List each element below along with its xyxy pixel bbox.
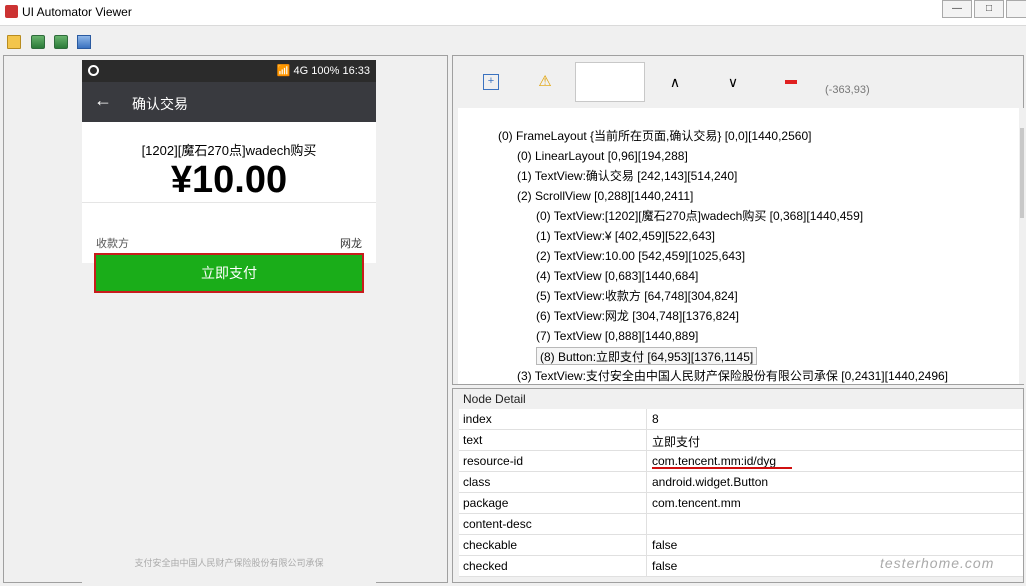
column-separator xyxy=(646,451,647,472)
search-box[interactable] xyxy=(575,62,645,102)
detail-key: checked xyxy=(463,559,508,573)
close-icon[interactable] xyxy=(1006,0,1026,18)
status-time: 16:33 xyxy=(342,65,370,77)
tree-node[interactable]: (2) ScrollView [0,288][1440,2411] xyxy=(517,187,693,205)
status-indicators: 📶 4G 100% 16:33 xyxy=(277,64,370,77)
tree-node[interactable]: (5) TextView:收款方 [64,748][304,824] xyxy=(536,287,738,305)
detail-row[interactable]: text 立即支付 xyxy=(459,430,1023,451)
detail-key: text xyxy=(463,433,483,447)
payment-amount: ¥10.00 xyxy=(170,159,288,201)
detail-row[interactable]: checkable false xyxy=(459,535,1023,556)
battery-level: 100% xyxy=(311,65,340,77)
network-label: 4G xyxy=(293,65,309,77)
app-title: 确认交易 xyxy=(132,96,188,112)
tree-node[interactable]: (0) FrameLayout {当前所在页面,确认交易} [0,0][1440… xyxy=(498,127,811,145)
detail-value: 立即支付 xyxy=(652,435,701,449)
maximize-icon[interactable]: □ xyxy=(974,0,1004,18)
watermark: testerhome.com xyxy=(880,555,995,571)
tree-node[interactable]: (4) TextView [0,683][1440,684] xyxy=(536,267,698,285)
window-controls: — □ xyxy=(940,0,1026,20)
column-separator xyxy=(646,493,647,514)
expand-all-icon[interactable]: + xyxy=(483,74,499,90)
tree-node[interactable]: (1) TextView:确认交易 [242,143][514,240] xyxy=(517,167,737,185)
detail-row[interactable]: index 8 xyxy=(459,409,1023,430)
pay-now-button[interactable]: 立即支付 xyxy=(94,253,364,293)
tree-scrollbar[interactable] xyxy=(1019,108,1025,384)
detail-row[interactable]: package com.tencent.mm xyxy=(459,493,1023,514)
detail-value: false xyxy=(652,538,678,552)
hierarchy-toolbar: + ⚠ ∧ ∨ (-363,93) xyxy=(453,56,1023,106)
back-arrow-icon[interactable]: ← xyxy=(94,90,112,111)
node-detail-table: index 8 text 立即支付 resource-id com.tencent.mm:… xyxy=(459,409,1023,577)
detail-key: class xyxy=(463,475,491,489)
detail-value: com.tencent.mm xyxy=(652,496,741,510)
column-separator xyxy=(646,556,647,577)
minimize-icon[interactable]: — xyxy=(942,0,972,18)
spacer xyxy=(82,203,376,221)
app-icon xyxy=(5,5,18,18)
hierarchy-tree[interactable]: (3) TextView:支付安全由中国人民财产保险股份有限公司承保 [0,24… xyxy=(458,108,1025,384)
payment-description: [1202][魔石270点]wadech购买 xyxy=(141,143,317,158)
detail-value: com.tencent.mm:id/dyg xyxy=(652,454,777,468)
chevron-down-icon[interactable]: ∨ xyxy=(725,74,741,90)
app-header: ← 确认交易 xyxy=(82,82,376,122)
window-title: UI Automator Viewer xyxy=(22,5,132,19)
payee-value: 网龙 xyxy=(340,238,362,250)
camera-icon xyxy=(88,65,99,76)
wifi-icon: 📶 xyxy=(276,65,291,77)
detail-row[interactable]: content-desc xyxy=(459,514,1023,535)
chevron-up-icon[interactable]: ∧ xyxy=(667,74,683,90)
node-detail-title: Node Detail xyxy=(463,392,526,406)
clear-icon[interactable] xyxy=(785,80,797,84)
tree-node[interactable]: (2) TextView:10.00 [542,459][1025,643] xyxy=(536,247,745,265)
column-separator xyxy=(646,472,647,493)
cursor-coordinates: (-363,93) xyxy=(825,84,870,96)
warning-icon[interactable]: ⚠ xyxy=(537,74,553,90)
detail-key: package xyxy=(463,496,509,510)
resource-id-underline xyxy=(652,467,792,469)
tree-node[interactable]: (7) TextView [0,888][1440,889] xyxy=(536,327,698,345)
main-toolbar xyxy=(0,27,1026,55)
tree-node[interactable]: (1) TextView:¥ [402,459][522,643] xyxy=(536,227,715,245)
tree-node[interactable]: (0) LinearLayout [0,96][194,288] xyxy=(517,147,688,165)
tree-node[interactable]: (8) Button:立即支付 [64,953][1376,1145] xyxy=(536,347,758,365)
detail-value: android.widget.Button xyxy=(652,475,769,489)
column-separator xyxy=(646,430,647,451)
detail-key: index xyxy=(463,412,492,426)
detail-key: content-desc xyxy=(463,517,532,531)
tree-node[interactable]: (0) TextView:[1202][魔石270点]wadech购买 [0,3… xyxy=(536,207,863,225)
device-screenshot-icon[interactable] xyxy=(31,35,45,49)
payee-label: 收款方 xyxy=(96,238,129,250)
detail-value: false xyxy=(652,559,678,573)
scrollbar-thumb[interactable] xyxy=(1020,128,1024,218)
payment-card: [1202][魔石270点]wadech购买 ¥10.00 xyxy=(82,122,376,202)
device-screen[interactable]: 📶 4G 100% 16:33 ← 确认交易 [1202][魔石270点]wad… xyxy=(82,60,376,584)
detail-row[interactable]: class android.widget.Button xyxy=(459,472,1023,493)
node-detail-panel: Node Detail index 8 text 立即支付 resource-id com… xyxy=(452,388,1024,583)
tree-node[interactable]: (3) TextView:支付安全由中国人民财产保险股份有限公司承保 [0,24… xyxy=(517,367,948,384)
detail-key: resource-id xyxy=(463,454,524,468)
detail-key: checkable xyxy=(463,538,518,552)
column-separator xyxy=(646,514,647,535)
title-bar: UI Automator Viewer — □ xyxy=(0,0,1026,26)
device-screenshot-compressed-icon[interactable] xyxy=(54,35,68,49)
save-icon[interactable] xyxy=(77,35,91,49)
hierarchy-panel: + ⚠ ∧ ∨ (-363,93) (3) TextView:支付安全由中国人民… xyxy=(452,55,1025,385)
device-status-bar: 📶 4G 100% 16:33 xyxy=(82,60,376,82)
insurance-note: 支付安全由中国人民财产保险股份有限公司承保 xyxy=(134,558,324,568)
column-separator xyxy=(646,535,647,556)
detail-value: 8 xyxy=(652,412,659,426)
screenshot-panel: 📶 4G 100% 16:33 ← 确认交易 [1202][魔石270点]wad… xyxy=(3,55,448,584)
open-icon[interactable] xyxy=(7,35,21,49)
tree-node[interactable]: (6) TextView:网龙 [304,748][1376,824] xyxy=(536,307,739,325)
column-separator xyxy=(646,409,647,430)
